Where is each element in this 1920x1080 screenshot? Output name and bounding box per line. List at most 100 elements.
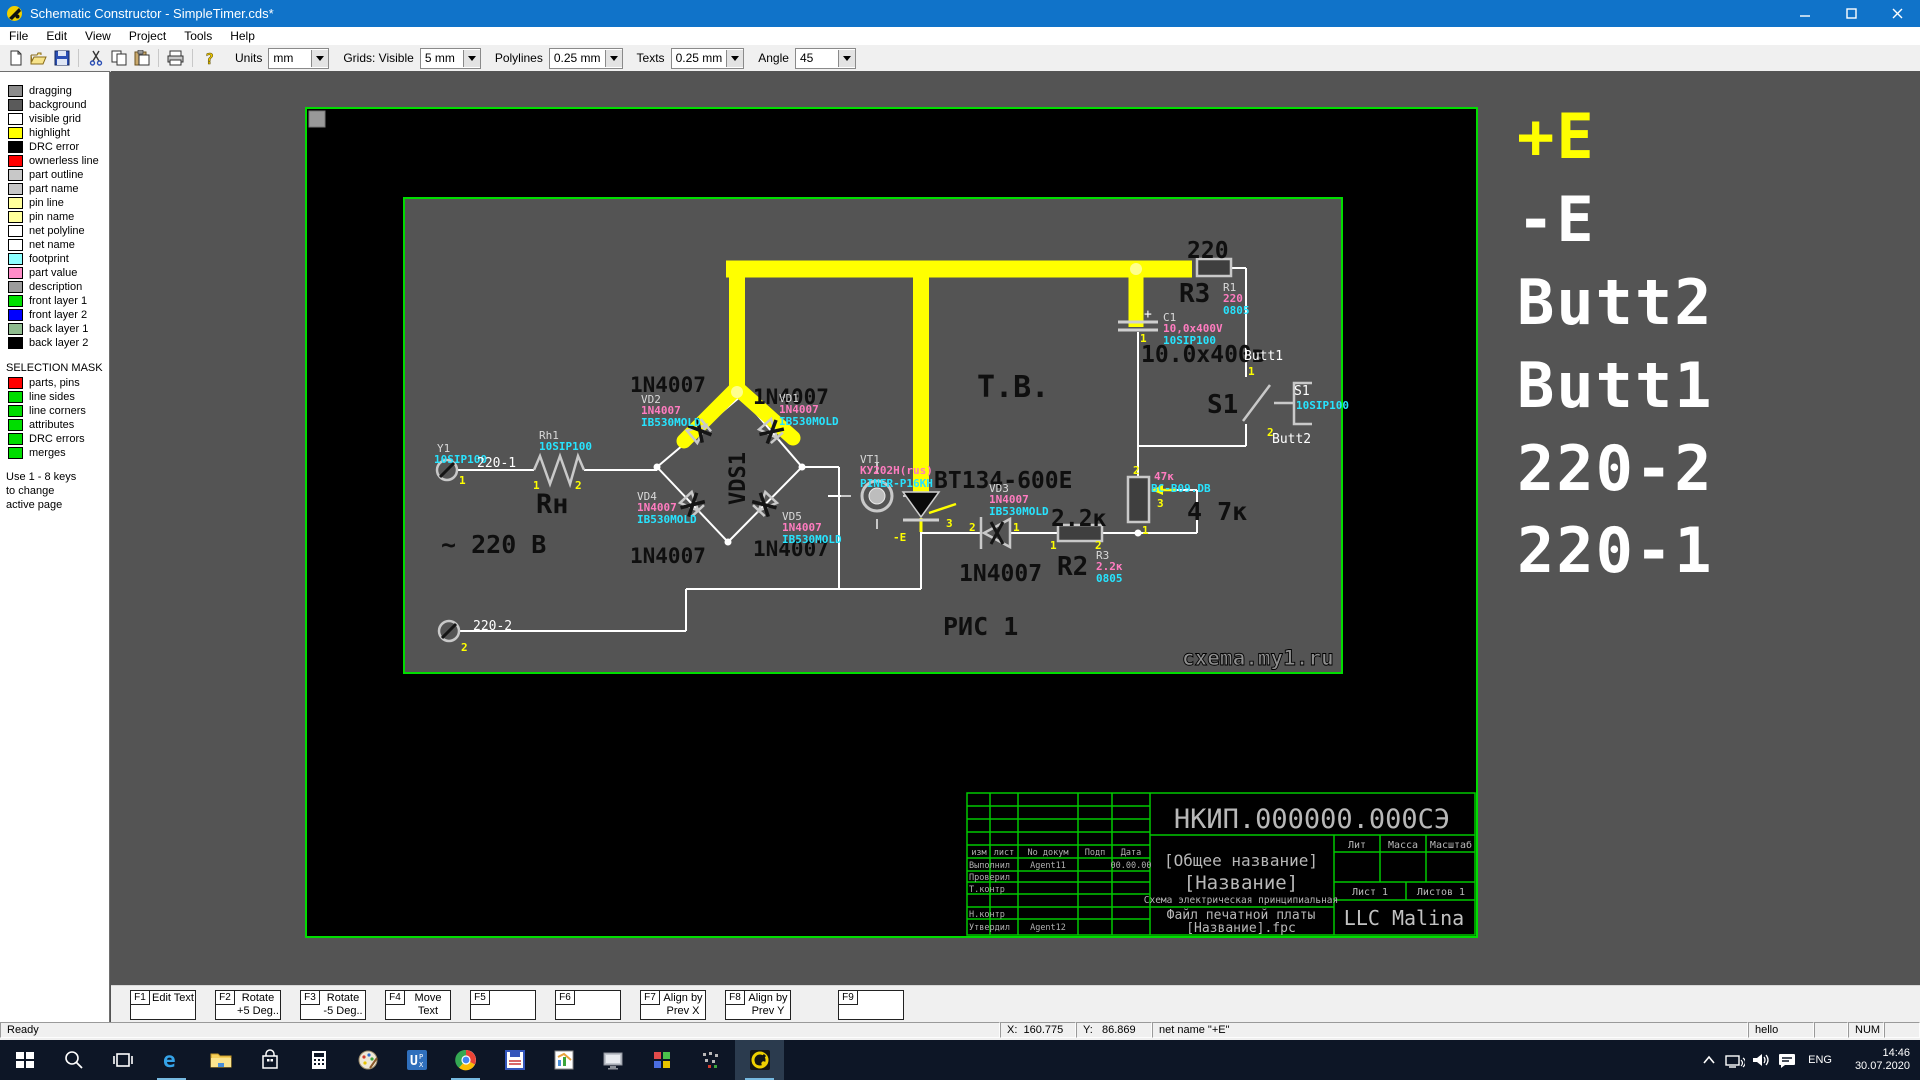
dropdown-units[interactable]: mm [268, 48, 329, 69]
minimize-button[interactable] [1782, 0, 1828, 27]
legend-item-pin-line[interactable]: pin line [8, 196, 109, 210]
legend-item-highlight[interactable]: highlight [8, 126, 109, 140]
taskbar-icon-floppy-app[interactable] [490, 1040, 539, 1080]
legend-item-front-layer-2[interactable]: front layer 2 [8, 308, 109, 322]
toolbar-label-texts: Texts [637, 51, 665, 65]
legend-item-parts-pins[interactable]: parts, pins [8, 376, 109, 390]
dropdown-polylines[interactable]: 0.25 mm [549, 48, 623, 69]
fnkey-f8[interactable]: F8Align by Prev Y [725, 990, 791, 1020]
net-name-220-2[interactable]: 220-2 [1517, 432, 1714, 505]
schematic-canvas[interactable]: cxema.my1.ru [111, 71, 1920, 985]
dropdown-texts[interactable]: 0.25 mm [671, 48, 745, 69]
taskbar-icon-calculator[interactable] [294, 1040, 343, 1080]
copy-icon[interactable] [109, 49, 128, 68]
new-file-icon[interactable] [6, 49, 25, 68]
language-indicator[interactable]: ENG [1808, 1054, 1832, 1066]
legend-item-front-layer-1[interactable]: front layer 1 [8, 294, 109, 308]
taskbar-icon-colors-app[interactable] [637, 1040, 686, 1080]
taskbar-icon-chart-app[interactable] [539, 1040, 588, 1080]
save-icon[interactable] [52, 49, 71, 68]
fnkey-f6[interactable]: F6 [555, 990, 621, 1020]
maximize-button[interactable] [1828, 0, 1874, 27]
legend-item-net-polyline[interactable]: net polyline [8, 224, 109, 238]
legend-item-drc-error[interactable]: DRC error [8, 140, 109, 154]
legend-item-part-outline[interactable]: part outline [8, 168, 109, 182]
taskbar-icon-chrome[interactable] [441, 1040, 490, 1080]
menu-item-tools[interactable]: Tools [175, 27, 221, 45]
legend-label: line corners [29, 405, 86, 417]
chevron-down-icon[interactable] [726, 50, 743, 67]
taskbar-icon-paint[interactable] [343, 1040, 392, 1080]
taskbar-icon-taskview[interactable] [98, 1040, 147, 1080]
legend-item-footprint[interactable]: footprint [8, 252, 109, 266]
legend-item-back-layer-1[interactable]: back layer 1 [8, 322, 109, 336]
close-button[interactable] [1874, 0, 1920, 27]
legend-item-attributes[interactable]: attributes [8, 418, 109, 432]
clock[interactable]: 14:46 30.07.2020 [1840, 1047, 1910, 1073]
taskbar-icon-explorer[interactable] [196, 1040, 245, 1080]
net-name-butt2[interactable]: Butt2 [1517, 266, 1714, 339]
net-name-220-1[interactable]: 220-1 [1517, 514, 1714, 587]
legend-item-visible-grid[interactable]: visible grid [8, 112, 109, 126]
fnkey-f9[interactable]: F9 [838, 990, 904, 1020]
menu-item-help[interactable]: Help [221, 27, 264, 45]
schematic-label: VD1 [779, 392, 799, 405]
legend-item-net-name[interactable]: net name [8, 238, 109, 252]
print-icon[interactable] [166, 49, 185, 68]
fnkey-f2[interactable]: F2Rotate +5 Deg.. [215, 990, 281, 1020]
chevron-down-icon[interactable] [605, 50, 622, 67]
taskbar-icon-pixels-app[interactable] [686, 1040, 735, 1080]
fnkey-label: Move Text [406, 992, 450, 1018]
legend-item-line-corners[interactable]: line corners [8, 404, 109, 418]
action-center-icon[interactable] [1774, 1040, 1800, 1080]
fnkey-f1[interactable]: F1Edit Text [130, 990, 196, 1020]
title-bar[interactable]: Schematic Constructor - SimpleTimer.cds* [0, 0, 1920, 27]
cut-icon[interactable] [86, 49, 105, 68]
taskbar-icon-monitor-app[interactable] [588, 1040, 637, 1080]
net-name-butt1[interactable]: Butt1 [1517, 349, 1714, 422]
speaker-icon[interactable] [1748, 1040, 1774, 1080]
connector-y2[interactable] [439, 621, 459, 641]
menu-item-view[interactable]: View [76, 27, 120, 45]
selection-handle[interactable] [309, 111, 325, 127]
menu-item-file[interactable]: File [0, 27, 37, 45]
paste-icon[interactable] [132, 49, 151, 68]
legend-item-line-sides[interactable]: line sides [8, 390, 109, 404]
chevron-down-icon[interactable] [311, 50, 328, 67]
net-name-+e[interactable]: +E [1517, 100, 1596, 173]
fnkey-f3[interactable]: F3Rotate -5 Deg.. [300, 990, 366, 1020]
open-file-icon[interactable] [29, 49, 48, 68]
help-icon[interactable]: ? [200, 49, 219, 68]
fnkey-f4[interactable]: F4Move Text [385, 990, 451, 1020]
legend-item-back-layer-2[interactable]: back layer 2 [8, 336, 109, 350]
legend-item-pin-name[interactable]: pin name [8, 210, 109, 224]
chevron-down-icon[interactable] [838, 50, 855, 67]
menu-item-edit[interactable]: Edit [37, 27, 76, 45]
chevron-down-icon[interactable] [463, 50, 480, 67]
legend-item-ownerless-line[interactable]: ownerless line [8, 154, 109, 168]
legend-item-merges[interactable]: merges [8, 446, 109, 460]
menu-item-project[interactable]: Project [120, 27, 175, 45]
fnkey-f5[interactable]: F5 [470, 990, 536, 1020]
taskbar-icon-upx[interactable]: UPX [392, 1040, 441, 1080]
color-swatch [8, 211, 23, 223]
dropdown-angle[interactable]: 45 [795, 48, 856, 69]
legend-item-part-value[interactable]: part value [8, 266, 109, 280]
fnkey-f7[interactable]: F7Align by Prev X [640, 990, 706, 1020]
dropdown-grids-visible[interactable]: 5 mm [420, 48, 481, 69]
taskbar-icon-store[interactable] [245, 1040, 294, 1080]
network-icon[interactable] [1722, 1040, 1748, 1080]
legend-item-part-name[interactable]: part name [8, 182, 109, 196]
schematic-label: IB530MOLD [989, 505, 1049, 518]
taskbar-icon-search[interactable] [49, 1040, 98, 1080]
taskbar-icon-start[interactable] [0, 1040, 49, 1080]
legend-item-background[interactable]: background [8, 98, 109, 112]
net-name-e[interactable]: -E [1517, 183, 1596, 256]
legend-item-drc-errors[interactable]: DRC errors [8, 432, 109, 446]
legend-label: pin name [29, 211, 74, 223]
tray-chevron-icon[interactable] [1696, 1040, 1722, 1080]
taskbar-icon-edge[interactable]: e [147, 1040, 196, 1080]
taskbar-icon-schematic-app[interactable] [735, 1040, 784, 1080]
legend-item-dragging[interactable]: dragging [8, 84, 109, 98]
legend-item-description[interactable]: description [8, 280, 109, 294]
